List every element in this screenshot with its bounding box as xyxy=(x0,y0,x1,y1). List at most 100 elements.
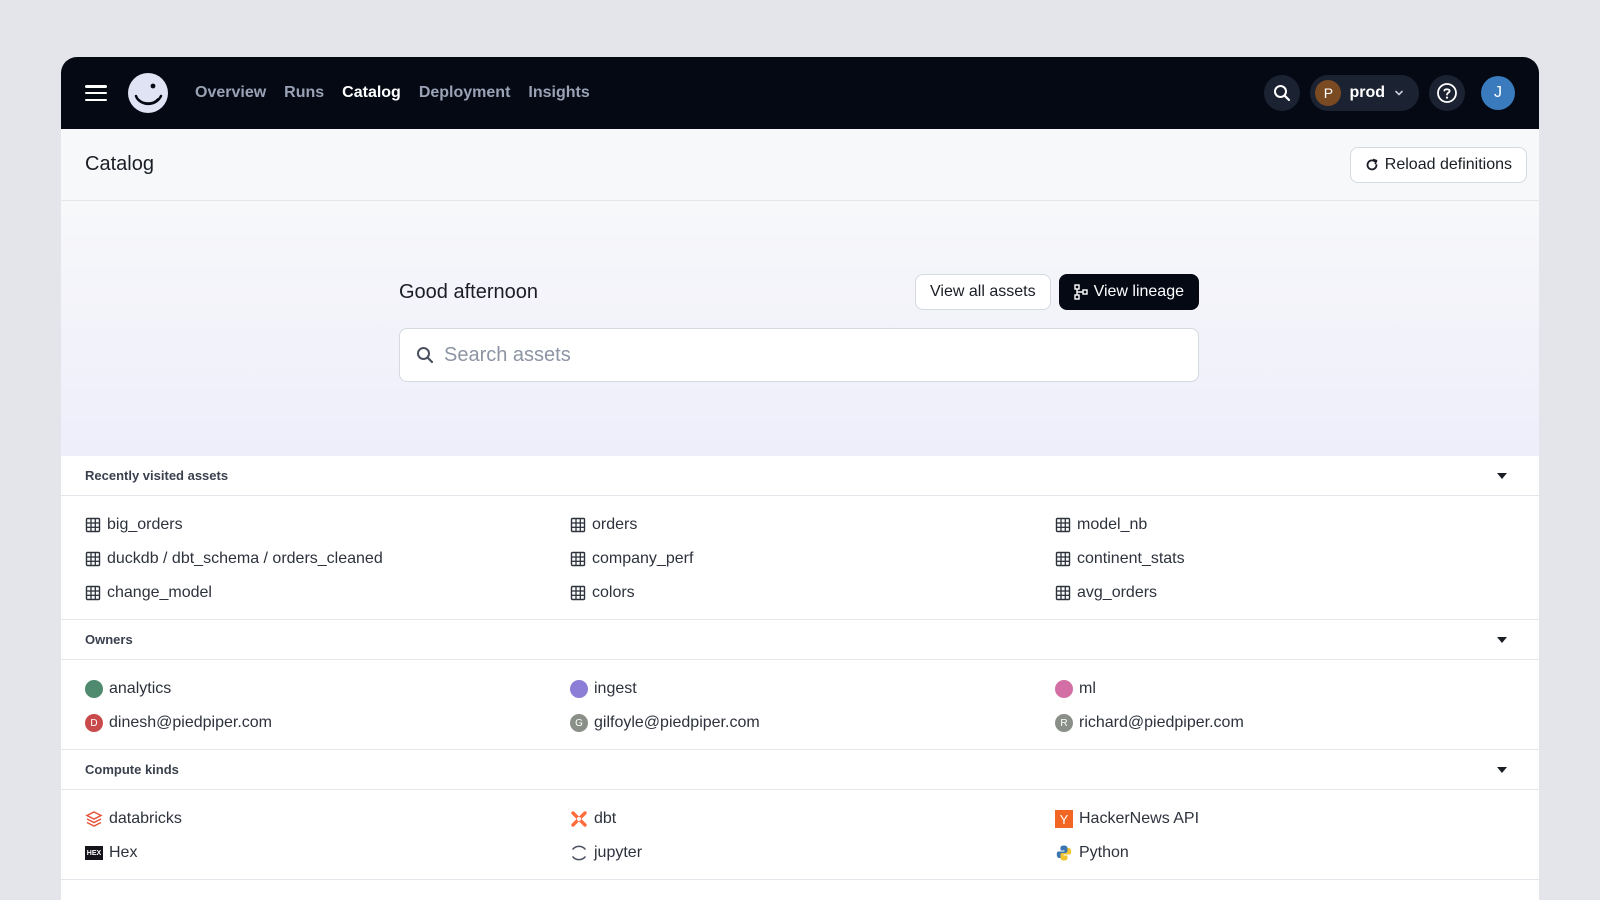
top-nav: Overview Runs Catalog Deployment Insight… xyxy=(61,57,1539,129)
python-icon xyxy=(1055,844,1073,862)
nav-right: P prod J xyxy=(1264,75,1515,111)
recent-asset-item[interactable]: continent_stats xyxy=(1055,547,1515,571)
team-color-dot xyxy=(85,680,103,698)
nav-link-runs[interactable]: Runs xyxy=(284,84,324,102)
nav-link-catalog[interactable]: Catalog xyxy=(342,84,401,102)
compute-kind-label: Python xyxy=(1079,844,1129,861)
help-icon xyxy=(1437,83,1457,103)
dagster-logo-icon[interactable] xyxy=(127,72,169,114)
recent-asset-item[interactable]: company_perf xyxy=(570,547,1055,571)
recent-asset-item[interactable]: model_nb xyxy=(1055,513,1515,537)
compute-kinds-header[interactable]: Compute kinds xyxy=(61,750,1539,790)
table-icon xyxy=(1055,551,1071,567)
view-all-assets-button[interactable]: View all assets xyxy=(915,274,1051,310)
search-icon xyxy=(1274,85,1291,102)
compute-kind-item[interactable]: jupyter xyxy=(570,841,1055,865)
owner-item[interactable]: Ddinesh@piedpiper.com xyxy=(85,711,570,735)
deployment-switcher[interactable]: P prod xyxy=(1310,75,1419,111)
compute-kind-item[interactable]: databricks xyxy=(85,807,570,831)
table-icon xyxy=(570,585,586,601)
view-lineage-button[interactable]: View lineage xyxy=(1058,274,1199,310)
compute-kind-label: dbt xyxy=(594,810,617,827)
compute-kinds-title: Compute kinds xyxy=(85,762,179,777)
team-color-dot xyxy=(1055,680,1073,698)
asset-search-box[interactable] xyxy=(399,328,1199,382)
owner-item[interactable]: analytics xyxy=(85,677,570,701)
compute-kind-item[interactable]: dbt xyxy=(570,807,1055,831)
deployment-name: prod xyxy=(1349,84,1385,101)
recent-asset-label: change_model xyxy=(107,584,212,601)
recent-asset-label: colors xyxy=(592,584,635,601)
recent-asset-label: duckdb / dbt_schema / orders_cleaned xyxy=(107,550,383,567)
help-button[interactable] xyxy=(1429,75,1465,111)
owner-item[interactable]: ml xyxy=(1055,677,1515,701)
page-title: Catalog xyxy=(85,153,154,175)
search-button[interactable] xyxy=(1264,75,1301,111)
recent-asset-item[interactable]: duckdb / dbt_schema / orders_cleaned xyxy=(85,547,570,571)
table-icon xyxy=(85,551,101,567)
owner-avatar: R xyxy=(1055,714,1073,732)
user-avatar[interactable]: J xyxy=(1481,76,1515,110)
compute-kind-item[interactable]: HEX Hex xyxy=(85,841,570,865)
table-icon xyxy=(570,517,586,533)
reload-definitions-button[interactable]: Reload definitions xyxy=(1349,146,1527,183)
owner-label: ingest xyxy=(594,680,637,697)
owner-avatar: G xyxy=(570,714,588,732)
table-icon xyxy=(1055,517,1071,533)
app-window: Overview Runs Catalog Deployment Insight… xyxy=(61,57,1539,900)
reload-definitions-label: Reload definitions xyxy=(1384,155,1512,173)
caret-down-icon[interactable] xyxy=(1497,472,1507,479)
table-icon xyxy=(1055,585,1071,601)
owners-section: analytics ingest ml Ddinesh@piedpiper.com Gg… xyxy=(61,660,1539,750)
chevron-down-icon xyxy=(1395,90,1403,96)
view-lineage-label: View lineage xyxy=(1093,283,1184,300)
recent-asset-label: big_orders xyxy=(107,516,183,533)
owner-label: ml xyxy=(1079,680,1096,697)
owners-header[interactable]: Owners xyxy=(61,620,1539,660)
compute-kind-glyph: HEX xyxy=(86,849,102,857)
nav-link-overview[interactable]: Overview xyxy=(195,84,266,102)
dbt-icon xyxy=(570,810,588,828)
caret-down-icon[interactable] xyxy=(1497,766,1507,773)
owner-avatar: D xyxy=(85,714,103,732)
owner-item[interactable]: Rrichard@piedpiper.com xyxy=(1055,711,1515,735)
caret-down-icon[interactable] xyxy=(1497,636,1507,643)
nav-link-deployment[interactable]: Deployment xyxy=(419,84,511,102)
recent-asset-item[interactable]: colors xyxy=(570,581,1055,605)
recent-assets-title: Recently visited assets xyxy=(85,468,229,483)
owner-item[interactable]: ingest xyxy=(570,677,1055,701)
recent-asset-item[interactable]: orders xyxy=(570,513,1055,537)
search-assets-input[interactable] xyxy=(444,343,1182,367)
recent-asset-label: orders xyxy=(592,516,638,533)
recent-assets-header[interactable]: Recently visited assets xyxy=(61,456,1539,496)
owner-label: analytics xyxy=(109,680,172,697)
hero-inner: Good afternoon View all assets View line… xyxy=(399,274,1199,382)
recent-asset-label: avg_orders xyxy=(1077,584,1158,601)
jupyter-icon xyxy=(570,844,588,862)
compute-kind-label: jupyter xyxy=(594,844,643,861)
hackernews-icon: Y xyxy=(1055,810,1073,828)
owner-item[interactable]: Ggilfoyle@piedpiper.com xyxy=(570,711,1055,735)
team-color-dot xyxy=(570,680,588,698)
page-header: Catalog Reload definitions xyxy=(61,129,1539,201)
compute-kind-label: Hex xyxy=(109,844,138,861)
nav-link-insights[interactable]: Insights xyxy=(528,84,589,102)
menu-icon[interactable] xyxy=(85,85,107,101)
deployment-avatar: P xyxy=(1315,80,1342,106)
recent-asset-item[interactable]: avg_orders xyxy=(1055,581,1515,605)
compute-kind-item[interactable]: Y HackerNews API xyxy=(1055,807,1515,831)
recent-asset-item[interactable]: big_orders xyxy=(85,513,570,537)
owner-label: gilfoyle@piedpiper.com xyxy=(594,714,760,731)
catalog-hero: Good afternoon View all assets View line… xyxy=(61,201,1539,456)
recent-assets-section: big_orders orders model_nbduckdb / dbt_sch… xyxy=(61,496,1539,620)
owner-label: dinesh@piedpiper.com xyxy=(109,714,273,731)
owners-grid: analytics ingest ml Ddinesh@piedpiper.com Gg… xyxy=(85,677,1515,735)
recent-asset-item[interactable]: change_model xyxy=(85,581,570,605)
compute-kind-item[interactable]: Python xyxy=(1055,841,1515,865)
lineage-icon xyxy=(1073,284,1088,300)
databricks-icon xyxy=(85,810,103,828)
compute-kind-label: databricks xyxy=(109,810,182,827)
table-icon xyxy=(570,551,586,567)
owner-label: richard@piedpiper.com xyxy=(1079,714,1244,731)
recent-assets-grid: big_orders orders model_nbduckdb / dbt_sch… xyxy=(85,513,1515,605)
